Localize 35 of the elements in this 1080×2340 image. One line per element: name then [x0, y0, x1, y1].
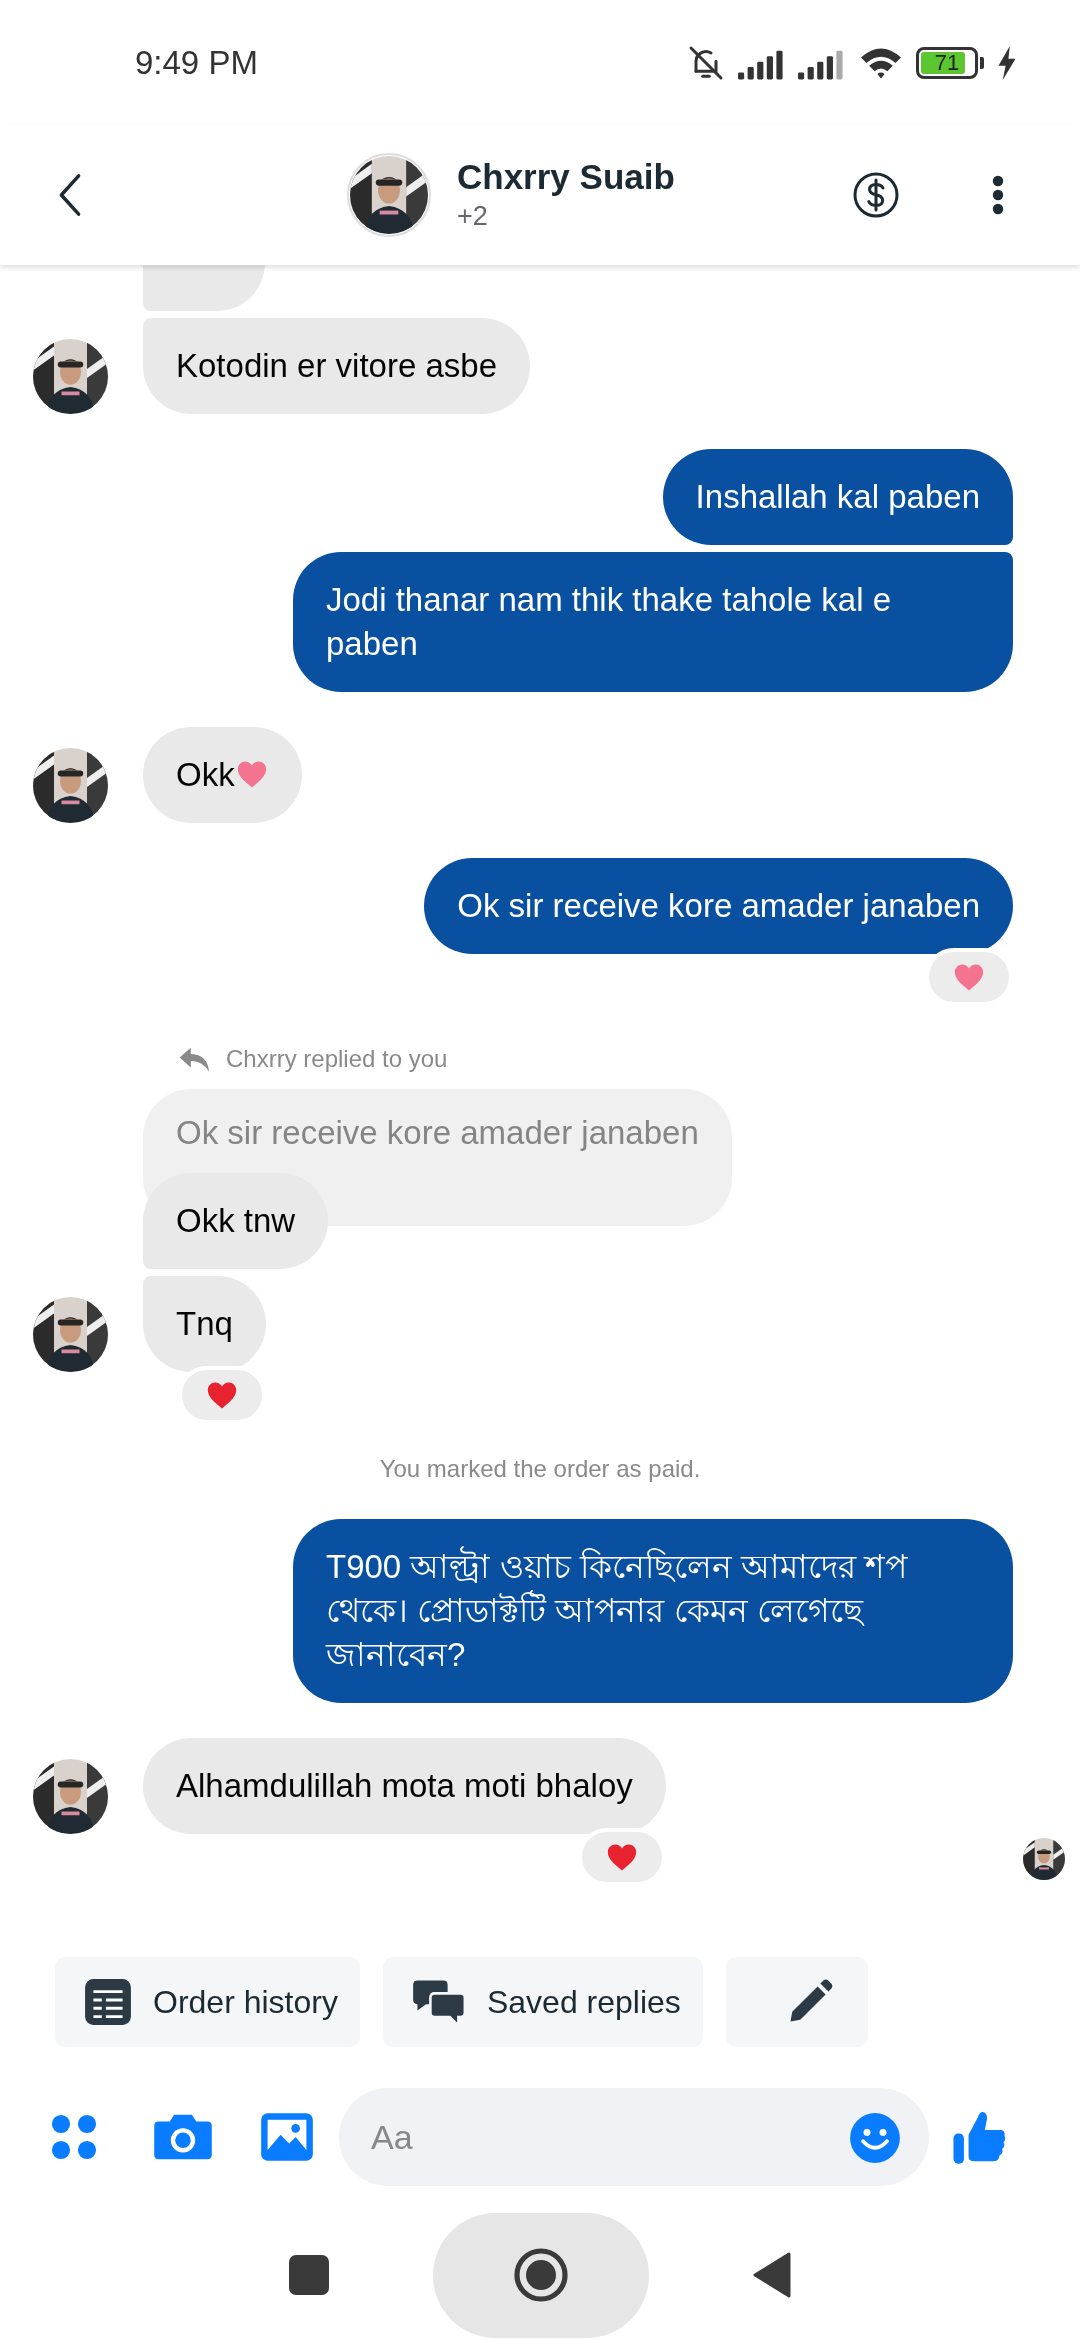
dollar-icon — [852, 171, 900, 219]
status-time: 9:49 PM — [135, 42, 258, 83]
message-text: Okk tnw — [176, 1202, 296, 1239]
message-text: Kotodin er vitore asbe — [176, 347, 498, 384]
smiley-icon — [849, 2112, 901, 2164]
message-text: T900 আল্ট্রা ওয়াচ কিনেছিলেন আমাদের শপ থেকে। প্রোডাক্টটি আপনার কেমন লেগেছে জানাবেন? — [326, 1548, 908, 1673]
saved-replies-button[interactable]: Saved replies — [382, 1957, 703, 2047]
battery-level-text: 71 — [933, 48, 961, 77]
charging-bolt-icon — [996, 45, 1018, 80]
contact-name: Chxrry Suaib — [457, 156, 675, 198]
payment-button[interactable] — [852, 171, 900, 219]
message-text: Jodi thanar nam thik thake tahole kal e paben — [326, 581, 891, 662]
message-text: Inshallah kal paben — [695, 478, 980, 515]
message-input[interactable]: Aa — [339, 2088, 929, 2186]
more-button[interactable] — [992, 175, 1004, 215]
recents-button[interactable] — [289, 2255, 329, 2295]
triangle-back-icon — [753, 2252, 791, 2298]
emoji-button[interactable] — [849, 2112, 901, 2164]
gallery-button[interactable] — [259, 2111, 315, 2163]
message-text: Tnq — [176, 1305, 233, 1342]
message-text: Alhamdulillah mota moti bhaloy — [176, 1767, 633, 1804]
image-icon — [259, 2111, 315, 2163]
system-message: You marked the order as paid. — [378, 1454, 702, 1484]
nav-back-button[interactable] — [753, 2252, 791, 2298]
home-circle-icon — [513, 2247, 569, 2303]
message-text: Ok sir receive kore amader janaben — [457, 887, 980, 924]
message-text: Okk — [176, 756, 235, 793]
reply-label: Chxrry replied to you — [226, 1044, 448, 1074]
order-history-button[interactable]: Order history — [55, 1957, 360, 2047]
more-icon — [992, 175, 1004, 215]
reply-icon — [178, 1045, 212, 1073]
edit-button[interactable] — [725, 1957, 868, 2047]
participant-count: +2 — [457, 200, 489, 233]
document-list-icon — [83, 1977, 133, 2027]
square-icon — [289, 2255, 329, 2295]
